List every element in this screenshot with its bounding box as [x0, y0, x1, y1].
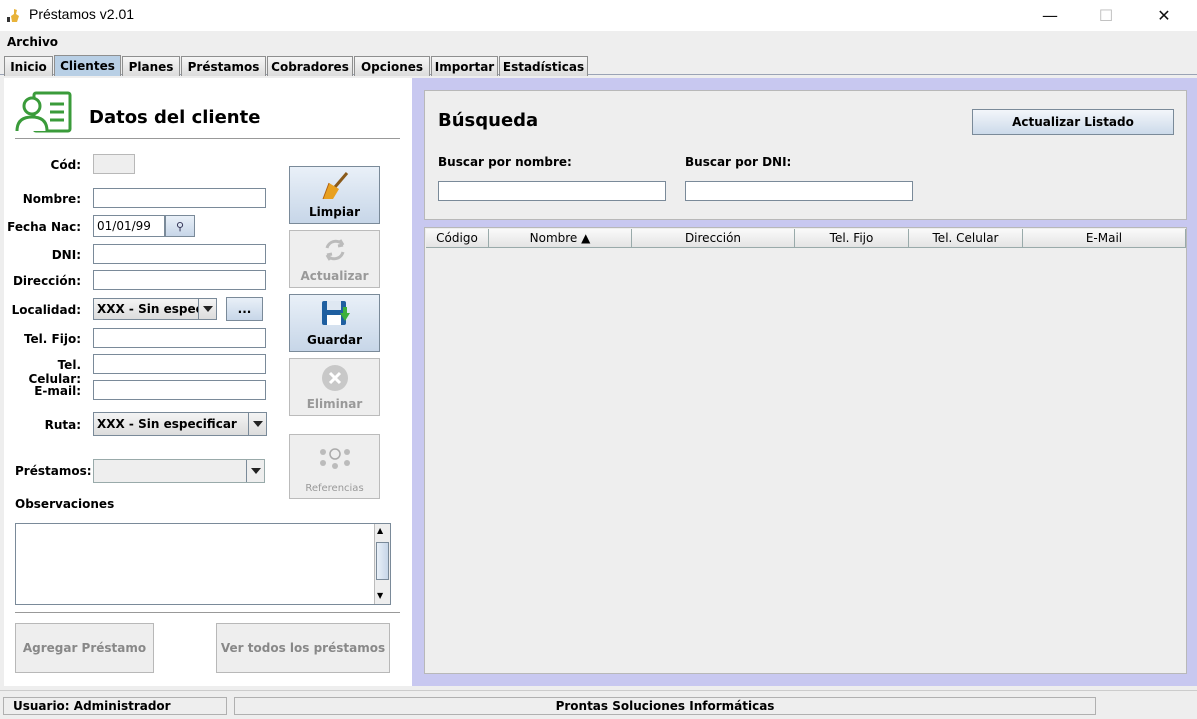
actualizar-label: Actualizar	[300, 269, 369, 283]
col-direccion[interactable]: Dirección	[632, 229, 795, 248]
email-label: E-mail:	[34, 384, 81, 398]
eliminar-label: Eliminar	[306, 397, 363, 411]
fecha-label: Fecha Nac:	[7, 220, 81, 234]
title-bar: Préstamos v2.01 — ☐ ✕	[0, 0, 1197, 31]
scroll-down-icon[interactable]: ▼	[377, 591, 383, 600]
chevron-down-icon	[246, 460, 264, 482]
telcel-field[interactable]	[93, 354, 266, 374]
limpiar-button[interactable]: Limpiar	[289, 166, 380, 224]
cod-field	[93, 154, 135, 174]
minimize-button[interactable]: —	[1027, 0, 1073, 31]
delete-icon	[320, 359, 350, 397]
tab-planes[interactable]: Planes	[122, 56, 180, 76]
ruta-value: XXX - Sin especificar	[97, 417, 237, 431]
refresh-list-button[interactable]: Actualizar Listado	[972, 109, 1174, 135]
actualizar-button[interactable]: Actualizar	[289, 230, 380, 288]
tab-opciones[interactable]: Opciones	[354, 56, 430, 76]
search-name-input[interactable]	[438, 181, 666, 201]
results-table: Código Nombre ▲ Dirección Tel. Fijo Tel.…	[424, 227, 1187, 674]
tab-prestamos[interactable]: Préstamos	[181, 56, 266, 76]
direccion-field[interactable]	[93, 270, 266, 290]
ruta-label: Ruta:	[44, 418, 81, 432]
observaciones-textarea[interactable]: ▲ ▼	[15, 523, 391, 605]
col-email[interactable]: E-Mail	[1023, 229, 1186, 248]
status-bar: Usuario: Administrador Prontas Solucione…	[0, 690, 1197, 719]
guardar-label: Guardar	[306, 333, 362, 347]
menu-bar: Archivo	[0, 31, 1197, 52]
search-title: Búsqueda	[438, 110, 539, 131]
menu-archivo[interactable]: Archivo	[7, 35, 58, 49]
telfijo-field[interactable]	[93, 328, 266, 348]
tab-importar[interactable]: Importar	[431, 56, 498, 76]
ver-todos-button[interactable]: Ver todos los préstamos	[216, 623, 390, 673]
col-nombre[interactable]: Nombre ▲	[489, 229, 632, 248]
chevron-down-icon	[198, 299, 216, 319]
broom-icon	[319, 167, 351, 205]
eliminar-button[interactable]: Eliminar	[289, 358, 380, 416]
referencias-label: Referencias	[305, 483, 364, 494]
window-title: Préstamos v2.01	[29, 6, 135, 22]
limpiar-label: Limpiar	[309, 205, 360, 219]
nombre-label: Nombre:	[22, 192, 81, 206]
tab-estadisticas[interactable]: Estadísticas	[499, 56, 588, 76]
search-dni-input[interactable]	[685, 181, 913, 201]
col-tel-celular[interactable]: Tel. Celular	[909, 229, 1023, 248]
localidad-more-button[interactable]: ...	[226, 297, 263, 321]
email-field[interactable]	[93, 380, 266, 400]
direccion-label: Dirección:	[12, 274, 81, 288]
fecha-field[interactable]: 01/01/99	[93, 215, 165, 237]
cod-label: Cód:	[50, 158, 81, 172]
header-divider	[15, 138, 400, 139]
observaciones-scrollbar[interactable]: ▲ ▼	[374, 524, 390, 604]
col-tel-fijo[interactable]: Tel. Fijo	[795, 229, 909, 248]
tab-inicio[interactable]: Inicio	[4, 56, 53, 76]
scroll-thumb[interactable]	[376, 542, 389, 580]
prestamos-select[interactable]	[93, 459, 265, 483]
observaciones-label: Observaciones	[15, 497, 115, 511]
col-codigo[interactable]: Código	[426, 229, 489, 248]
client-card-icon	[14, 90, 72, 134]
pin-icon: ⚲	[175, 219, 185, 233]
localidad-label: Localidad:	[11, 303, 81, 317]
tab-cobradores[interactable]: Cobradores	[267, 56, 353, 76]
user-status: Usuario: Administrador	[3, 697, 227, 715]
localidad-value: XXX - Sin espec...	[97, 302, 198, 316]
bottom-divider	[15, 612, 400, 613]
search-panel: Búsqueda Actualizar Listado Buscar por n…	[424, 90, 1187, 220]
company-status: Prontas Soluciones Informáticas	[234, 697, 1096, 715]
chevron-down-icon	[248, 413, 266, 435]
ruta-select[interactable]: XXX - Sin especificar	[93, 412, 267, 436]
save-icon	[320, 295, 350, 333]
prestamos-label: Préstamos:	[15, 464, 92, 478]
calendar-button[interactable]: ⚲	[165, 215, 195, 237]
scroll-up-icon[interactable]: ▲	[377, 526, 383, 535]
referencias-button[interactable]: Referencias	[289, 434, 380, 499]
app-logo-icon	[6, 7, 22, 23]
close-button[interactable]: ✕	[1141, 0, 1187, 31]
client-header: Datos del cliente	[89, 107, 261, 128]
search-name-label: Buscar por nombre:	[438, 155, 572, 169]
telfijo-label: Tel. Fijo:	[23, 332, 81, 346]
tab-clientes[interactable]: Clientes	[54, 55, 121, 76]
user-value: Administrador	[73, 699, 171, 713]
dni-field[interactable]	[93, 244, 266, 264]
maximize-button[interactable]: ☐	[1083, 0, 1129, 31]
dni-label: DNI:	[51, 248, 81, 262]
agregar-prestamo-button[interactable]: Agregar Préstamo	[15, 623, 154, 673]
nombre-field[interactable]	[93, 188, 266, 208]
search-dni-label: Buscar por DNI:	[685, 155, 792, 169]
localidad-select[interactable]: XXX - Sin espec...	[93, 298, 217, 320]
guardar-button[interactable]: Guardar	[289, 294, 380, 352]
refresh-icon	[321, 231, 349, 269]
telcel-label: Tel. Celular:	[28, 358, 81, 386]
user-label: Usuario:	[13, 699, 70, 713]
people-network-icon	[318, 435, 352, 483]
